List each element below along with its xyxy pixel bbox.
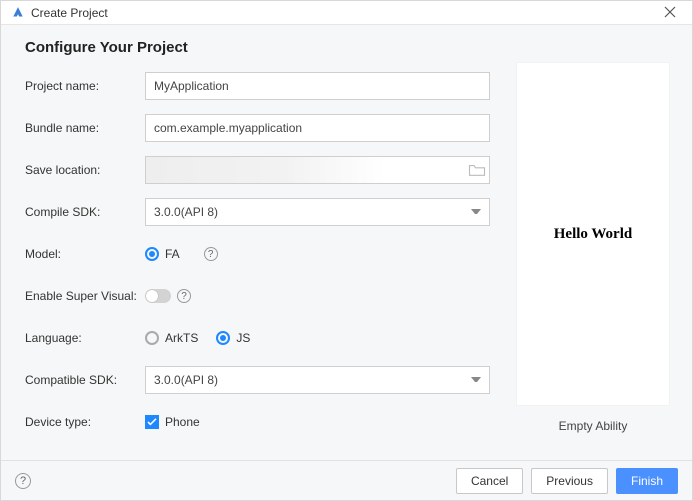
help-icon[interactable]: ?	[204, 247, 218, 261]
language-radio-js[interactable]: JS	[216, 331, 250, 345]
label-model: Model:	[25, 247, 145, 261]
help-icon[interactable]: ?	[15, 473, 31, 489]
chevron-down-icon	[471, 377, 481, 383]
label-compatible-sdk: Compatible SDK:	[25, 373, 145, 387]
language-radio-arkts-label: ArkTS	[165, 331, 198, 345]
cancel-button[interactable]: Cancel	[456, 468, 523, 494]
compile-sdk-select[interactable]: 3.0.0(API 8)	[145, 198, 490, 226]
previous-button[interactable]: Previous	[531, 468, 608, 494]
section-heading: Configure Your Project	[25, 39, 490, 56]
browse-folder-icon[interactable]	[468, 163, 486, 177]
create-project-dialog: Create Project Configure Your Project Pr…	[0, 0, 693, 501]
close-icon[interactable]	[658, 5, 682, 21]
save-location-input[interactable]	[145, 156, 490, 184]
titlebar: Create Project	[1, 1, 692, 25]
preview-caption: Empty Ability	[559, 419, 628, 433]
compatible-sdk-value: 3.0.0(API 8)	[154, 373, 218, 387]
model-radio-fa[interactable]: FA	[145, 247, 180, 261]
project-name-input[interactable]	[145, 72, 490, 100]
language-radio-arkts[interactable]: ArkTS	[145, 331, 198, 345]
label-device-type: Device type:	[25, 415, 145, 429]
bundle-name-input[interactable]	[145, 114, 490, 142]
preview-panel: Hello World Empty Ability	[512, 39, 674, 450]
device-type-phone-checkbox[interactable]: Phone	[145, 415, 200, 429]
help-icon[interactable]: ?	[177, 289, 191, 303]
enable-super-visual-toggle[interactable]	[145, 289, 171, 303]
label-language: Language:	[25, 331, 145, 345]
label-project-name: Project name:	[25, 79, 145, 93]
language-radio-js-label: JS	[236, 331, 250, 345]
finish-button[interactable]: Finish	[616, 468, 678, 494]
dialog-footer: ? Cancel Previous Finish	[1, 460, 692, 500]
model-radio-fa-label: FA	[165, 247, 180, 261]
label-enable-super-visual: Enable Super Visual:	[25, 289, 145, 303]
label-bundle-name: Bundle name:	[25, 121, 145, 135]
device-preview: Hello World	[517, 63, 669, 405]
app-logo-icon	[11, 6, 25, 20]
compatible-sdk-select[interactable]: 3.0.0(API 8)	[145, 366, 490, 394]
form-panel: Configure Your Project Project name: Bun…	[25, 39, 490, 450]
label-compile-sdk: Compile SDK:	[25, 205, 145, 219]
compile-sdk-value: 3.0.0(API 8)	[154, 205, 218, 219]
window-title: Create Project	[31, 6, 658, 20]
chevron-down-icon	[471, 209, 481, 215]
device-type-phone-label: Phone	[165, 415, 200, 429]
preview-screen-text: Hello World	[554, 226, 632, 243]
checkbox-checked-icon	[145, 415, 159, 429]
label-save-location: Save location:	[25, 163, 145, 177]
